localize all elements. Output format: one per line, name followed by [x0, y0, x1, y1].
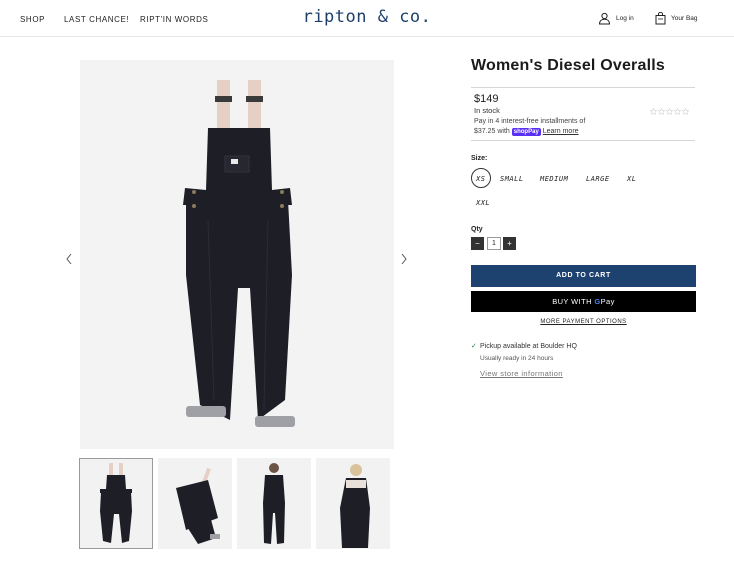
buy-with-gpay-button[interactable]: BUY WITH GPay	[471, 291, 696, 312]
more-payment-options-link[interactable]: MORE PAYMENT OPTIONS	[471, 319, 696, 325]
buy-with-label: BUY WITH	[552, 297, 592, 306]
star-icon	[666, 108, 673, 115]
size-option-xxl[interactable]: XXL	[476, 199, 490, 207]
thumbnail-model-front[interactable]	[237, 458, 311, 549]
product-price: $149	[474, 93, 499, 105]
size-option-small[interactable]: SMALL	[500, 175, 524, 183]
login-link[interactable]: Log in	[598, 12, 634, 25]
chevron-left-icon[interactable]	[64, 252, 74, 266]
pickup-availability: Pickup available at Boulder HQ	[480, 343, 577, 350]
size-option-xs[interactable]: XS	[476, 175, 485, 183]
rating-stars[interactable]	[650, 108, 689, 115]
add-to-cart-button[interactable]: ADD TO CART	[471, 265, 696, 287]
divider	[471, 87, 695, 88]
star-icon	[674, 108, 681, 115]
shop-pay-text: shop	[513, 128, 529, 135]
bag-label: Your Bag	[671, 15, 698, 22]
divider	[471, 140, 695, 141]
site-header: SHOP LAST CHANCE! RIPT'IN WORDS ripton &…	[0, 0, 734, 37]
star-icon	[658, 108, 665, 115]
chevron-right-icon[interactable]	[399, 252, 409, 266]
star-icon	[682, 108, 689, 115]
login-label: Log in	[616, 15, 634, 22]
thumbnail-front[interactable]	[79, 458, 153, 549]
learn-more-link[interactable]: Learn more	[543, 128, 579, 135]
qty-increase-button[interactable]: +	[503, 237, 516, 250]
user-icon	[598, 12, 611, 25]
product-title: Women's Diesel Overalls	[471, 57, 665, 74]
check-icon: ✓	[471, 343, 477, 350]
view-store-info-link[interactable]: View store information	[480, 369, 563, 378]
size-option-medium[interactable]: MEDIUM	[540, 175, 568, 183]
qty-decrease-button[interactable]: −	[471, 237, 484, 250]
installments-info: Pay in 4 interest-free installments of $…	[474, 117, 614, 136]
thumbnail-folded[interactable]	[158, 458, 232, 549]
installments-line: Pay in 4 interest-free installments of	[474, 118, 586, 125]
qty-input[interactable]: 1	[487, 237, 501, 250]
gpay-pay-label: Pay	[600, 297, 615, 306]
thumbnail-model-side[interactable]	[316, 458, 390, 549]
bag-icon	[655, 12, 666, 25]
installments-amount: $37.25 with	[474, 127, 510, 135]
star-icon	[650, 108, 657, 115]
bag-link[interactable]: Your Bag	[655, 12, 698, 25]
main-product-image[interactable]	[80, 60, 394, 449]
pickup-ready-time: Usually ready in 24 hours	[480, 355, 554, 362]
shop-pay-suffix: Pay	[528, 128, 539, 135]
qty-label: Qty	[471, 226, 483, 233]
size-option-xl[interactable]: XL	[627, 175, 636, 183]
shop-pay-logo: shopPay	[511, 127, 541, 136]
size-option-large[interactable]: LARGE	[586, 175, 610, 183]
size-label: Size:	[471, 155, 488, 162]
stock-status: In stock	[474, 106, 500, 115]
